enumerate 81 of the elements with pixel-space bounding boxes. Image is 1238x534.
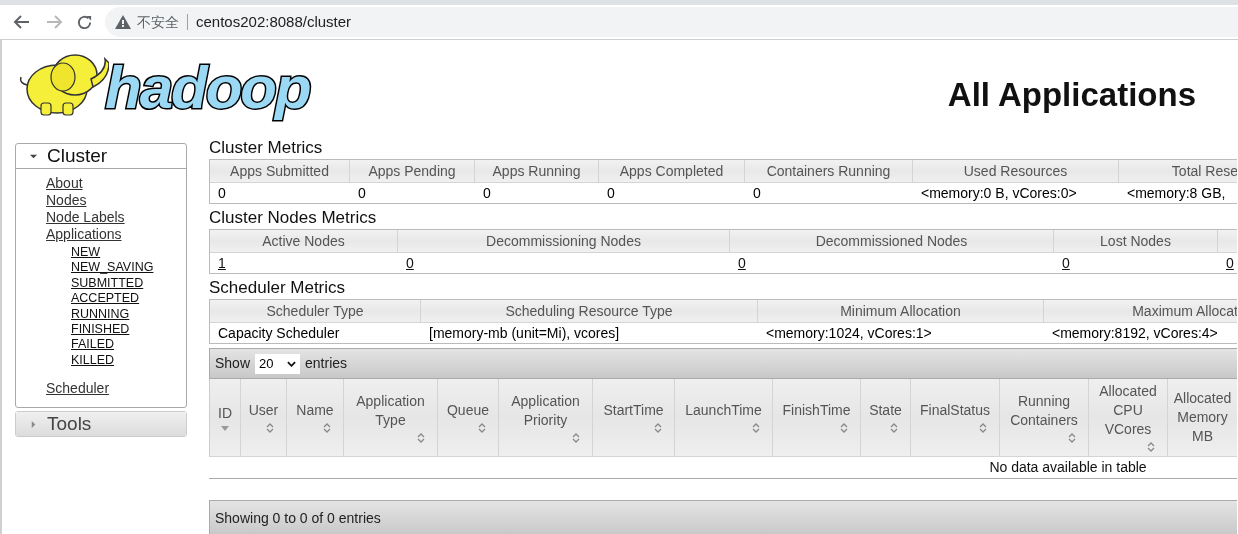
sortable-column-header[interactable]: Name [287,379,344,457]
sortable-column-header[interactable]: State [861,379,911,457]
reload-icon[interactable] [76,13,93,31]
sidebar-panel-title: Cluster [47,143,108,168]
sortable-column-header[interactable]: ID [210,379,241,457]
table-cell: 0 [475,182,599,203]
section-title: Cluster Metrics [209,137,324,159]
table-cell: <memory:8 GB, [1119,182,1237,203]
node-count-link[interactable]: 0 [1062,252,1070,274]
table-cell: [memory-mb (unit=Mi), vcores] [421,322,758,343]
sidebar-link[interactable]: Nodes [46,192,87,209]
table-header-cell: Scheduling Resource Type [421,300,758,322]
table-header-cell: Apps Completed [599,160,745,182]
collapsed-triangle-icon[interactable] [30,420,37,428]
table-header-cell [1218,230,1237,252]
sortable-column-header[interactable]: Application Type [344,379,438,457]
page-length-select[interactable]: 20 [255,353,301,374]
table-cell: <memory:8192, vCores:4> [1044,322,1237,343]
table-header-cell: Total Rese [1119,160,1237,182]
back-icon[interactable] [13,13,31,31]
url-text: centos202:8088/cluster [196,11,352,32]
table-header-cell: Used Resources [913,160,1119,182]
node-count-link[interactable]: 0 [1226,252,1234,274]
table-header-cell: Minimum Allocation [758,300,1044,322]
node-count-link[interactable]: 0 [406,252,414,274]
node-count-link[interactable]: 1 [218,252,226,274]
sidebar-link[interactable]: Applications [46,226,122,243]
entries-label: entries [305,354,348,373]
table-header-cell: Decommissioning Nodes [398,230,730,252]
sidebar-sublink[interactable]: RUNNING [71,306,130,323]
address-bar[interactable]: 不安全 centos202:8088/cluster [105,7,1238,37]
expanded-triangle-icon[interactable] [30,152,37,160]
page-title: All Applications [947,75,1196,115]
sortable-column-header[interactable]: Queue [438,379,499,457]
table-cell: Capacity Scheduler [210,322,421,343]
table-cell: 0 [210,182,350,203]
sidebar-sublink[interactable]: KILLED [71,352,115,369]
table-cell: 0 [599,182,745,203]
sidebar-sublink[interactable]: ACCEPTED [71,291,140,307]
sidebar-link[interactable]: About [46,175,83,192]
sortable-column-header[interactable]: User [241,379,287,457]
sidebar-link[interactable]: Scheduler [46,380,110,398]
sidebar-sublink[interactable]: SUBMITTED [71,275,144,292]
logo-text: hadoop [105,58,310,118]
sortable-column-header[interactable]: Running Containers [1000,379,1089,457]
node-count-link[interactable]: 0 [738,252,746,274]
section-title: Scheduler Metrics [209,277,347,299]
sortable-column-header[interactable]: FinalStatus [911,379,1000,457]
table-header-cell: Active Nodes [210,230,398,252]
sortable-column-header[interactable]: FinishTime [773,379,861,457]
sidebar-sublink[interactable]: FAILED [71,337,115,353]
sidebar-panel-title: Tools [47,412,92,436]
table-header-cell: Decommissioned Nodes [730,230,1054,252]
chevron-down-icon [287,360,297,367]
security-label: 不安全 [137,12,179,32]
sidebar-panel-header[interactable]: Tools [15,411,187,438]
sidebar-sublink[interactable]: NEW [71,245,101,261]
section-title: Cluster Nodes Metrics [209,207,378,229]
sortable-column-header[interactable]: Allocated CPU VCores [1089,379,1168,457]
sidebar-link[interactable]: Node Labels [46,209,125,226]
sortable-column-header[interactable]: Allocated Memory MB [1168,379,1237,457]
table-info-text: Showing 0 to 0 of 0 entries [215,508,381,528]
table-cell: <memory:0 B, vCores:0> [913,182,1119,203]
table-header-cell: Maximum Allocat [1044,300,1237,322]
sortable-column-header[interactable]: StartTime [593,379,675,457]
sidebar-sublink[interactable]: FINISHED [71,322,130,338]
table-cell: 0 [745,182,913,203]
empty-table-message: No data available in table [989,458,1147,477]
table-cell: <memory:1024, vCores:1> [758,322,1044,343]
table-cell: 0 [350,182,475,203]
sortable-column-header[interactable]: LaunchTime [675,379,773,457]
table-header-cell: Apps Submitted [210,160,350,182]
sidebar-sublink[interactable]: NEW_SAVING [71,260,154,276]
table-header-cell: Apps Running [475,160,599,182]
warning-icon [115,15,131,29]
show-label: Show [215,354,251,373]
sortable-column-header[interactable]: Application Priority [499,379,593,457]
table-header-cell: Scheduler Type [210,300,421,322]
table-header-cell: Lost Nodes [1054,230,1218,252]
table-header-cell: Containers Running [745,160,913,182]
table-header-cell: Apps Pending [350,160,475,182]
